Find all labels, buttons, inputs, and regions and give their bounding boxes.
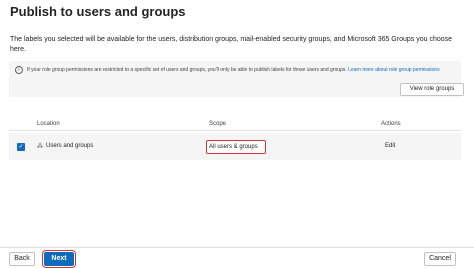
column-header-location: Location [37,121,60,127]
next-button[interactable]: Next [42,250,76,268]
back-button[interactable]: Back [9,252,35,266]
info-banner-message: If your role group permissions are restr… [27,67,347,73]
page-description: The labels you selected will be availabl… [10,36,453,53]
users-icon: ⁂ [37,143,43,150]
edit-button[interactable]: Edit [385,133,395,160]
table-row[interactable]: ✓ ⁂ Users and groups All users & groups … [9,133,461,160]
info-banner-text: If your role group permissions are restr… [27,66,447,74]
cancel-button[interactable]: Cancel [424,252,456,266]
row-scope: All users & groups [206,140,266,154]
info-icon: i [15,66,23,74]
learn-more-link[interactable]: Learn more about role group permissions [348,67,439,73]
column-header-scope: Scope [209,121,227,127]
footer-divider [0,247,474,248]
info-banner: i If your role group permissions are res… [9,61,464,97]
row-checkbox[interactable]: ✓ [17,143,25,151]
table-header: Location Scope Actions [9,117,461,131]
row-location: Users and groups [46,143,94,149]
page-title: Publish to users and groups [10,4,186,19]
column-header-actions: Actions [381,121,401,127]
view-role-groups-button[interactable]: View role groups [400,83,464,96]
